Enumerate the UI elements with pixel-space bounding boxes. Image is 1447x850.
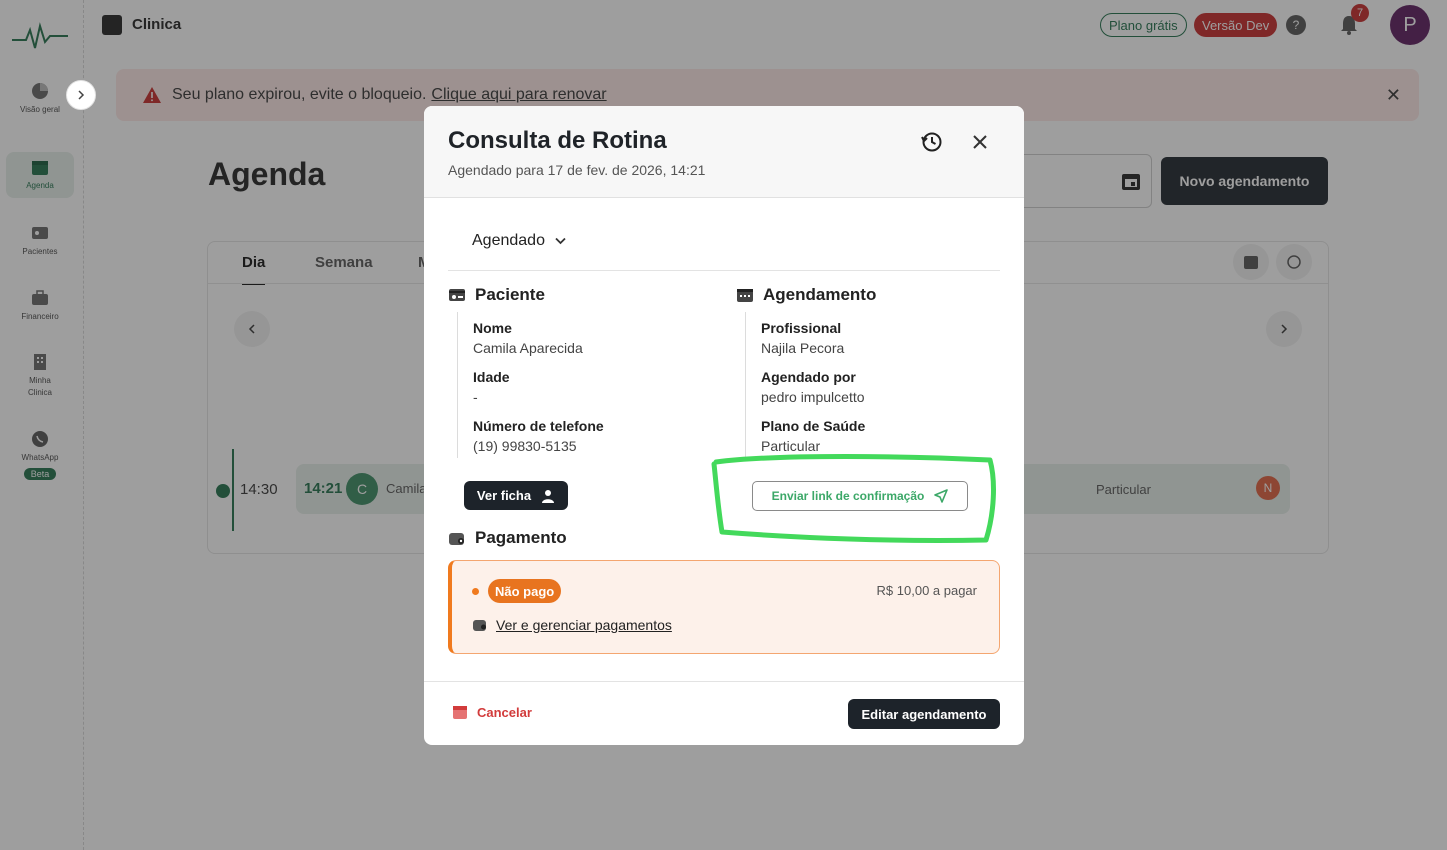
appointment-details-modal: Consulta de Rotina Agendado para 17 de f… [424, 106, 1024, 745]
patient-info: Nome Camila Aparecida Idade - Número de … [457, 312, 717, 458]
divider [424, 681, 1024, 682]
view-patient-record-button[interactable]: Ver ficha [464, 481, 568, 510]
scheduled-by-value: pedro impulcetto [761, 389, 865, 405]
schedule-section-heading: Agendamento [736, 285, 876, 305]
close-icon [973, 135, 987, 149]
patient-heading-text: Paciente [475, 285, 545, 304]
payment-status-badge: Não pago [488, 579, 562, 603]
schedule-info: Profissional Najila Pecora Agendado por … [745, 312, 1000, 458]
patient-section-heading: Paciente [448, 285, 545, 305]
payment-section-heading: Pagamento [448, 528, 567, 548]
health-plan-label: Plano de Saúde [761, 418, 866, 434]
calendar-x-icon [453, 706, 467, 719]
manage-payments-link[interactable]: Ver e gerenciar pagamentos [472, 617, 672, 633]
chevron-down-icon [555, 237, 566, 245]
edit-appointment-button[interactable]: Editar agendamento [848, 699, 1000, 729]
id-card-icon [449, 289, 465, 301]
calendar-icon [737, 289, 753, 302]
status-select[interactable]: Agendado [472, 232, 566, 250]
user-icon [542, 489, 555, 503]
send-confirmation-label: Enviar link de confirmação [771, 489, 925, 503]
modal-header: Consulta de Rotina Agendado para 17 de f… [424, 106, 1024, 198]
edit-label: Editar agendamento [861, 706, 987, 722]
payment-card: Não pago R$ 10,00 a pagar Ver e gerencia… [448, 560, 1000, 654]
schedule-heading-text: Agendamento [763, 285, 877, 304]
patient-name-label: Nome [473, 320, 512, 336]
cancel-appointment-button[interactable]: Cancelar [452, 704, 532, 720]
sidebar-expand-button[interactable] [66, 80, 96, 110]
divider [448, 270, 1000, 271]
patient-age-label: Idade [473, 369, 510, 385]
view-record-label: Ver ficha [476, 488, 532, 503]
status-value: Agendado [472, 232, 545, 249]
patient-age-value: - [473, 389, 478, 405]
close-modal-button[interactable] [964, 126, 996, 158]
send-confirmation-link-button[interactable]: Enviar link de confirmação [752, 481, 968, 511]
payment-amount: R$ 10,00 a pagar [876, 583, 977, 598]
chevron-right-icon [78, 90, 85, 100]
patient-phone-label: Número de telefone [473, 418, 604, 434]
payment-status-dot [472, 588, 479, 595]
cancel-label: Cancelar [477, 704, 532, 720]
professional-value: Najila Pecora [761, 340, 845, 356]
history-icon [921, 132, 942, 152]
wallet-icon [449, 533, 464, 545]
payment-heading-text: Pagamento [475, 528, 567, 547]
professional-label: Profissional [761, 320, 842, 336]
patient-name-value: Camila Aparecida [473, 340, 583, 356]
manage-payments-label: Ver e gerenciar pagamentos [496, 617, 672, 633]
health-plan-value: Particular [761, 438, 821, 454]
wallet-icon [473, 620, 486, 631]
scheduled-by-label: Agendado por [761, 369, 856, 385]
modal-subtitle: Agendado para 17 de fev. de 2026, 14:21 [448, 162, 706, 178]
patient-phone-value: (19) 99830-5135 [473, 438, 577, 454]
history-button[interactable] [916, 126, 948, 158]
send-icon [934, 489, 949, 503]
modal-title: Consulta de Rotina [448, 127, 667, 154]
